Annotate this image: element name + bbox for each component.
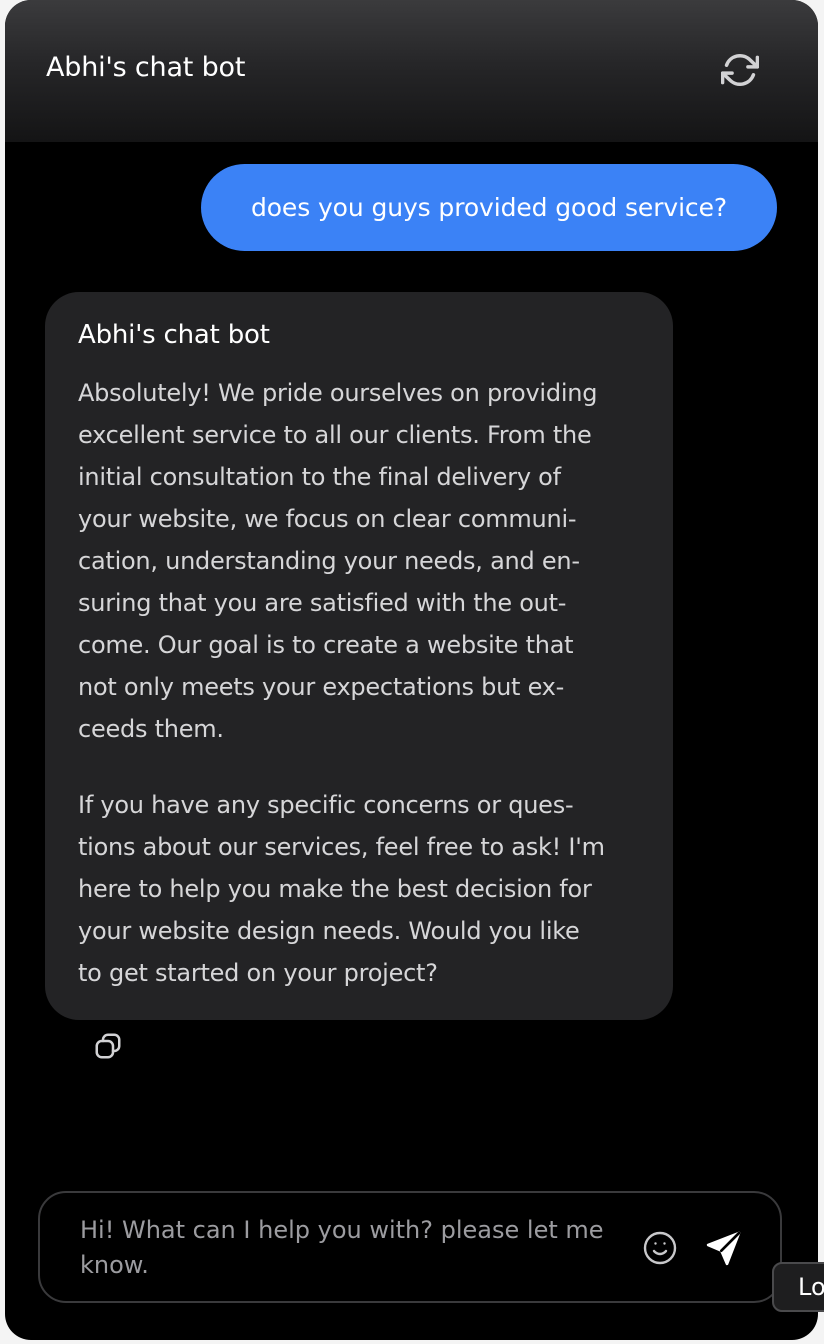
bot-message-text: Absolutely! We pride ourselves on provid… [78, 372, 645, 994]
bot-text-line: tions about our services, feel free to a… [78, 833, 605, 861]
bot-text-line: cation, understanding your needs, and en… [78, 547, 580, 575]
bot-text-line: to get started on your project? [78, 959, 438, 987]
bot-text-line: here to help you make the best decision … [78, 875, 592, 903]
message-input[interactable] [80, 1213, 620, 1285]
bot-text-line: If you have any specific concerns or que… [78, 791, 574, 819]
user-message-text: does you guys provided good service? [250, 193, 728, 222]
bot-text-line: excellent service to all our clients. Fr… [78, 421, 592, 449]
bot-text-line: initial consultation to the final delive… [78, 463, 561, 491]
bot-text-line: come. Our goal is to create a website th… [78, 631, 574, 659]
chat-title: Abhi's chat bot [46, 52, 246, 83]
edge-tab-button[interactable]: Lo [772, 1262, 824, 1312]
copy-icon [95, 1033, 121, 1059]
refresh-button[interactable] [717, 47, 763, 93]
send-button[interactable] [704, 1228, 744, 1268]
bot-text-line: Absolutely! We pride ourselves on provid… [78, 379, 598, 407]
bot-text-line: not only meets your expectations but ex- [78, 673, 565, 701]
chat-window: Abhi's chat bot does you guys provided g… [5, 0, 818, 1340]
copy-message-button[interactable] [93, 1031, 123, 1061]
message-composer [38, 1191, 782, 1303]
smiley-icon [643, 1231, 677, 1265]
bot-text-line: ceeds them. [78, 715, 224, 743]
send-icon [706, 1231, 741, 1266]
bot-name: Abhi's chat bot [78, 320, 270, 350]
user-message-bubble: does you guys provided good service? [201, 164, 777, 251]
refresh-icon [721, 54, 759, 86]
chat-header: Abhi's chat bot [5, 0, 818, 142]
bot-text-line: your website design needs. Would you lik… [78, 917, 580, 945]
emoji-button[interactable] [642, 1230, 678, 1266]
bot-message-bubble: Abhi's chat bot Absolutely! We pride our… [45, 292, 673, 1020]
bot-text-line: suring that you are satisfied with the o… [78, 589, 567, 617]
bot-text-line: your website, we focus on clear communi- [78, 505, 577, 533]
